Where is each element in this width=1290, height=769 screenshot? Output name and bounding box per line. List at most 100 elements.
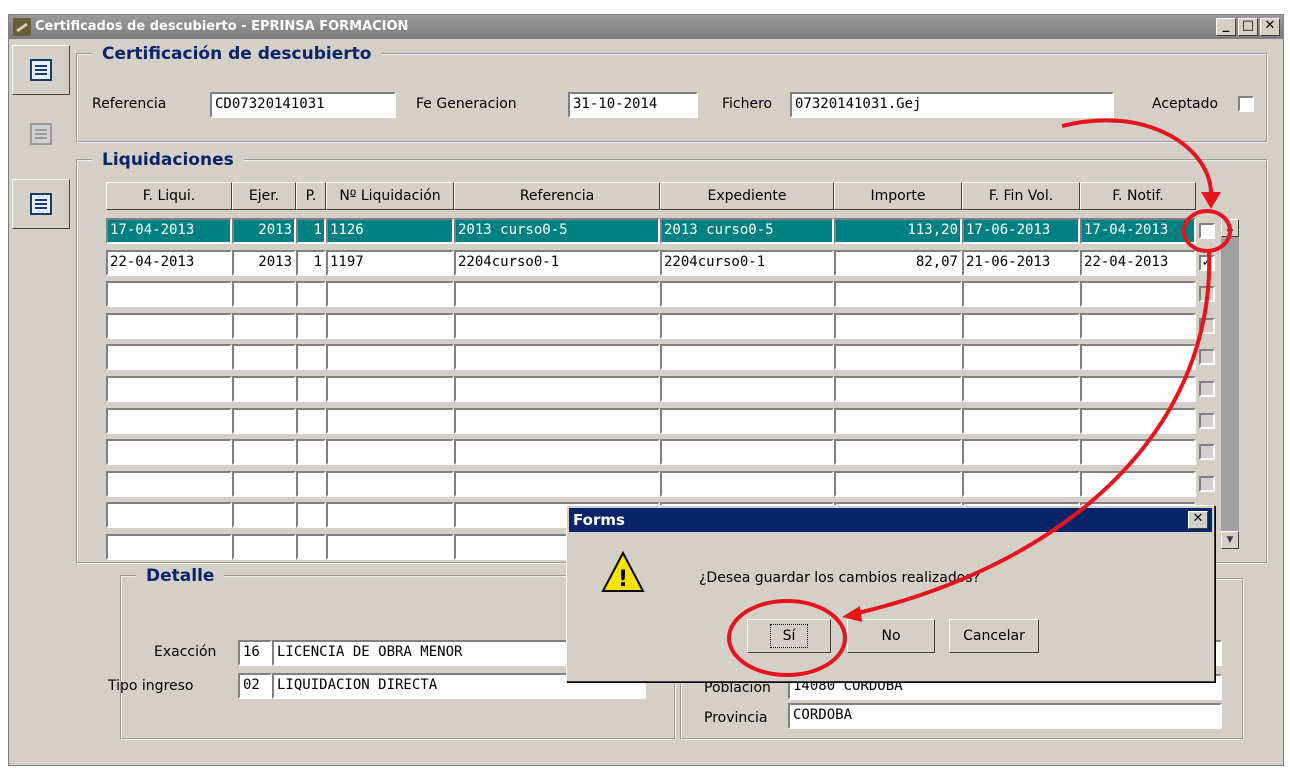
- print-button[interactable]: [12, 179, 70, 229]
- cell-n-liquidacion[interactable]: [326, 502, 454, 528]
- cell-ejer[interactable]: 2013: [232, 250, 296, 276]
- tipo-ingreso-code-field[interactable]: 02: [238, 673, 272, 699]
- cell-ejer[interactable]: [232, 502, 296, 528]
- row-checkbox[interactable]: [1199, 349, 1215, 365]
- cell-expediente[interactable]: [660, 313, 834, 339]
- cell-n-liquidacion[interactable]: 1126: [326, 218, 454, 244]
- cell-f-fin-vol[interactable]: 21-06-2013: [962, 250, 1080, 276]
- cell-p[interactable]: [296, 471, 326, 497]
- cell-f-fin-vol[interactable]: [962, 439, 1080, 465]
- cell-f-fin-vol[interactable]: 17-06-2013: [962, 218, 1080, 244]
- cell-f-liqui[interactable]: [106, 439, 232, 465]
- cell-ejer[interactable]: [232, 376, 296, 402]
- cell-referencia[interactable]: [454, 344, 660, 370]
- title-bar[interactable]: Certificados de descubierto - EPRINSA FO…: [9, 15, 1283, 39]
- cell-f-fin-vol[interactable]: [962, 408, 1080, 434]
- cell-p[interactable]: 1: [296, 218, 326, 244]
- fichero-field[interactable]: 07320141031.Gej: [790, 92, 1114, 118]
- cell-importe[interactable]: [834, 471, 962, 497]
- row-checkbox[interactable]: [1199, 476, 1215, 492]
- new-record-button[interactable]: [12, 45, 70, 95]
- col-header-p[interactable]: P.: [296, 182, 326, 210]
- maximize-button[interactable]: □: [1238, 18, 1258, 36]
- cell-importe[interactable]: [834, 408, 962, 434]
- cell-f-liqui[interactable]: [106, 534, 232, 560]
- cell-expediente[interactable]: [660, 344, 834, 370]
- scroll-up-button[interactable]: ▲: [1221, 219, 1239, 237]
- col-header-f-fin-vol[interactable]: F. Fin Vol.: [962, 182, 1080, 210]
- cell-f-liqui[interactable]: [106, 408, 232, 434]
- row-checkbox[interactable]: [1199, 413, 1215, 429]
- row-checkbox[interactable]: [1199, 444, 1215, 460]
- cell-f-notif[interactable]: [1080, 408, 1196, 434]
- cell-f-notif[interactable]: 17-04-2013: [1080, 218, 1196, 244]
- cell-p[interactable]: [296, 439, 326, 465]
- cell-f-liqui[interactable]: [106, 376, 232, 402]
- col-header-expediente[interactable]: Expediente: [660, 182, 834, 210]
- cell-ejer[interactable]: [232, 408, 296, 434]
- cell-ejer[interactable]: [232, 344, 296, 370]
- cell-expediente[interactable]: [660, 376, 834, 402]
- cell-f-fin-vol[interactable]: [962, 471, 1080, 497]
- cell-expediente[interactable]: [660, 471, 834, 497]
- col-header-importe[interactable]: Importe: [834, 182, 962, 210]
- cell-f-liqui[interactable]: [106, 313, 232, 339]
- col-header-referencia[interactable]: Referencia: [454, 182, 660, 210]
- cell-ejer[interactable]: [232, 281, 296, 307]
- cell-expediente[interactable]: [660, 281, 834, 307]
- col-header-f-liqui[interactable]: F. Liqui.: [106, 182, 232, 210]
- col-header-f-notif[interactable]: F. Notif.: [1080, 182, 1196, 210]
- cancel-button[interactable]: Cancelar: [949, 619, 1039, 653]
- cell-f-fin-vol[interactable]: [962, 281, 1080, 307]
- cell-ejer[interactable]: [232, 471, 296, 497]
- cell-p[interactable]: [296, 534, 326, 560]
- cell-importe[interactable]: [834, 281, 962, 307]
- scroll-down-button[interactable]: ▼: [1221, 531, 1239, 549]
- cell-expediente[interactable]: 2204curso0-1: [660, 250, 834, 276]
- vertical-scrollbar[interactable]: ▲ ▼: [1221, 219, 1239, 549]
- cell-n-liquidacion[interactable]: 1197: [326, 250, 454, 276]
- cell-referencia[interactable]: 2013 curso0-5: [454, 218, 660, 244]
- aceptado-checkbox[interactable]: [1238, 96, 1254, 112]
- cell-referencia[interactable]: [454, 376, 660, 402]
- cell-referencia[interactable]: [454, 281, 660, 307]
- cell-f-notif[interactable]: [1080, 344, 1196, 370]
- cell-f-notif[interactable]: [1080, 313, 1196, 339]
- cell-referencia[interactable]: 2204curso0-1: [454, 250, 660, 276]
- cell-n-liquidacion[interactable]: [326, 313, 454, 339]
- row-checkbox[interactable]: [1199, 381, 1215, 397]
- exaccion-code-field[interactable]: 16: [238, 640, 272, 666]
- row-checkbox[interactable]: [1199, 223, 1215, 239]
- cell-p[interactable]: [296, 376, 326, 402]
- no-button[interactable]: No: [847, 619, 935, 653]
- cell-n-liquidacion[interactable]: [326, 439, 454, 465]
- cell-ejer[interactable]: [232, 313, 296, 339]
- yes-button[interactable]: Sí: [747, 619, 831, 653]
- cell-p[interactable]: 1: [296, 250, 326, 276]
- cell-p[interactable]: [296, 502, 326, 528]
- cell-n-liquidacion[interactable]: [326, 281, 454, 307]
- cell-p[interactable]: [296, 408, 326, 434]
- cell-f-notif[interactable]: [1080, 281, 1196, 307]
- cell-f-liqui[interactable]: 17-04-2013: [106, 218, 232, 244]
- cell-n-liquidacion[interactable]: [326, 344, 454, 370]
- cell-n-liquidacion[interactable]: [326, 534, 454, 560]
- cell-f-notif[interactable]: [1080, 471, 1196, 497]
- cell-referencia[interactable]: [454, 408, 660, 434]
- row-checkbox[interactable]: ✓: [1199, 255, 1215, 271]
- cell-f-liqui[interactable]: [106, 344, 232, 370]
- minimize-button[interactable]: _: [1216, 18, 1236, 36]
- cell-referencia[interactable]: [454, 313, 660, 339]
- col-header-ejer[interactable]: Ejer.: [232, 182, 296, 210]
- cell-importe[interactable]: [834, 313, 962, 339]
- cell-p[interactable]: [296, 344, 326, 370]
- cell-f-liqui[interactable]: 22-04-2013: [106, 250, 232, 276]
- row-checkbox[interactable]: [1199, 286, 1215, 302]
- cell-ejer[interactable]: 2013: [232, 218, 296, 244]
- cell-ejer[interactable]: [232, 534, 296, 560]
- cell-referencia[interactable]: [454, 471, 660, 497]
- provincia-field[interactable]: CORDOBA: [788, 703, 1222, 729]
- cell-n-liquidacion[interactable]: [326, 376, 454, 402]
- cell-f-liqui[interactable]: [106, 281, 232, 307]
- cell-expediente[interactable]: 2013 curso0-5: [660, 218, 834, 244]
